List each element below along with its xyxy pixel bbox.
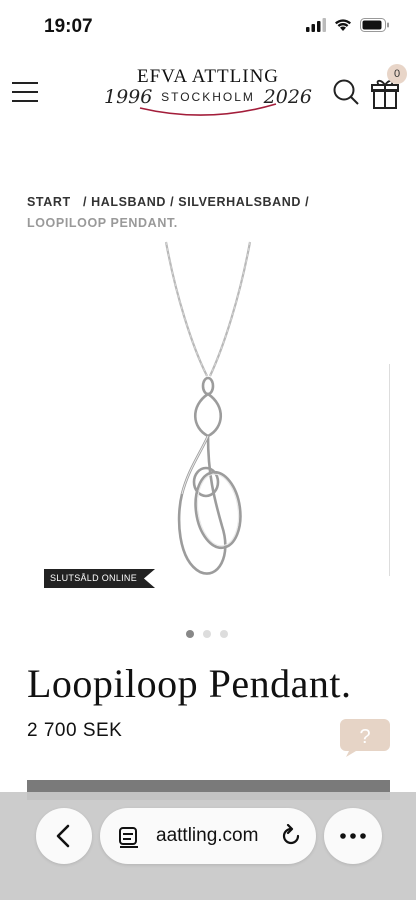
back-button[interactable] — [36, 808, 92, 864]
address-bar[interactable]: aattling.com — [100, 808, 316, 864]
help-chat-button[interactable]: ? — [340, 719, 390, 757]
gallery-pagination — [186, 630, 228, 638]
help-symbol: ? — [359, 726, 370, 748]
search-icon[interactable] — [332, 78, 360, 106]
status-time: 19:07 — [44, 16, 93, 37]
product-image[interactable] — [0, 236, 416, 596]
speech-bubble-icon: ? — [340, 719, 390, 757]
breadcrumb-current: LOOPILOOP PENDANT. — [27, 216, 178, 230]
url-text: aattling.com — [156, 825, 259, 846]
more-options-button[interactable] — [324, 808, 382, 864]
battery-icon — [360, 18, 389, 32]
product-price: 2 700 SEK — [27, 720, 123, 741]
pendant-illustration — [164, 241, 252, 575]
signal-icon — [306, 18, 326, 32]
gallery-scroll-indicator — [389, 364, 390, 576]
product-title: Loopiloop Pendant. — [27, 661, 352, 706]
breadcrumb-start[interactable]: START — [27, 195, 71, 209]
breadcrumb-halsband[interactable]: / HALSBAND — [83, 195, 166, 209]
reload-icon[interactable] — [280, 824, 302, 848]
gallery-dot-3[interactable] — [220, 630, 228, 638]
browser-toolbar: aattling.com — [0, 792, 416, 900]
site-header: EFVA ATTLING 1996 STOCKHOLM 2026 — [0, 56, 416, 128]
chevron-left-icon — [56, 824, 70, 848]
breadcrumb: START / HALSBAND / SILVERHALSBAND / LOOP… — [27, 192, 387, 234]
sold-out-tag: SLUTSÅLD ONLINE — [44, 569, 156, 588]
breadcrumb-silverhalsband[interactable]: / SILVERHALSBAND / — [170, 195, 309, 209]
gallery-dot-2[interactable] — [203, 630, 211, 638]
brand-logo[interactable]: EFVA ATTLING 1996 STOCKHOLM 2026 — [100, 64, 316, 126]
status-icons — [306, 18, 390, 32]
more-dots-icon — [340, 833, 366, 839]
cart-count-badge[interactable]: 0 — [387, 64, 407, 84]
hamburger-menu-icon[interactable] — [12, 80, 40, 104]
wifi-icon — [335, 19, 351, 31]
status-bar: 19:07 — [0, 0, 416, 56]
tabs-icon[interactable] — [118, 826, 140, 848]
gallery-dot-1[interactable] — [186, 630, 194, 638]
logo-swoosh — [139, 103, 277, 116]
